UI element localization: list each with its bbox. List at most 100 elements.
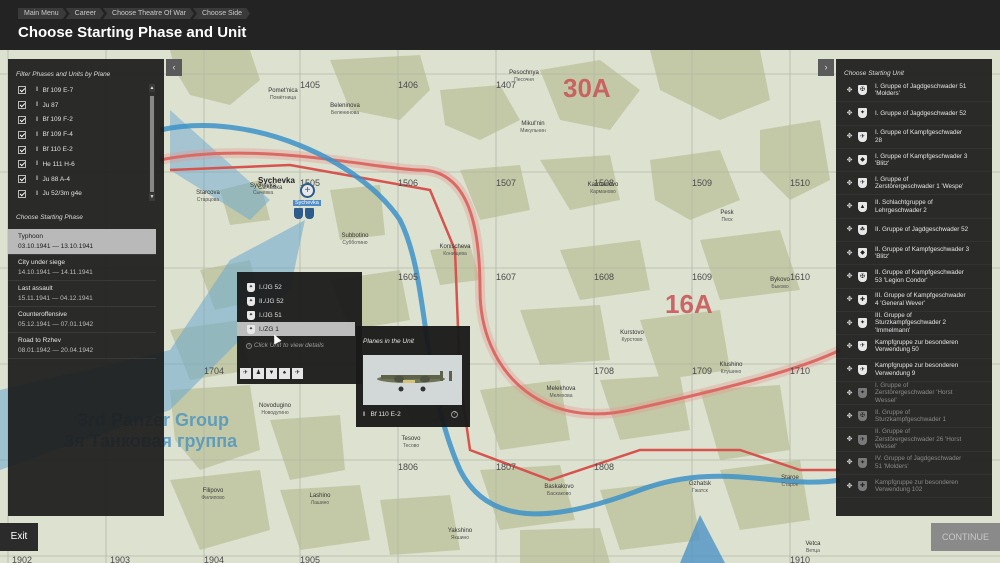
popup-unit-item[interactable]: ✦ II./JG 52 <box>237 294 362 308</box>
filter-heading: Filter Phases and Units by Plane <box>16 71 111 78</box>
town-label: Pesk Песк <box>707 210 747 224</box>
unit-item[interactable]: ✥ ✈ Kampfgruppe zur besonderen Verwendung 5… <box>836 335 992 359</box>
plane-name-row[interactable]: ‖ Bf 110 E-2 ? <box>363 409 462 420</box>
plane-filter-label: He 111 H-6 <box>42 160 75 168</box>
phase-item[interactable]: Counteroffensive 05.12.1941 — 07.01.1942 <box>8 307 156 333</box>
checkbox[interactable] <box>18 86 26 95</box>
plane-filter-item[interactable]: ‖ Ju 87 <box>8 98 164 113</box>
plane-filter-item[interactable]: ‖ He 111 H-6 <box>8 157 164 172</box>
checkbox[interactable] <box>18 130 26 139</box>
plane-filter-item[interactable]: ‖ Ju 88 A-4 <box>8 172 164 187</box>
unit-name-line: II. Schlachtgruppe of <box>875 199 933 207</box>
chevron-right-icon[interactable]: › <box>818 59 834 76</box>
airfield-icon[interactable]: + <box>300 183 315 198</box>
unit-item[interactable]: ✥ ✈ Kampfgruppe zur besonderen Verwendung 9 <box>836 359 992 382</box>
unit-item[interactable]: ✥ ▲ II. Schlachtgruppe of Lehrgeschwader 2 <box>836 195 992 219</box>
grid-label: 1807 <box>496 462 517 472</box>
town-label: Klushino Клушино <box>711 362 751 376</box>
unit-item[interactable]: ✥ ✦ IV. Gruppe of Jagdgeschwader 51 'Molder… <box>836 452 992 476</box>
scroll-up-icon[interactable]: ▲ <box>149 84 155 92</box>
unit-item[interactable]: ✥ ✦ III. Gruppe of Sturzkampfgeschwader 2 'I… <box>836 312 992 336</box>
unit-item[interactable]: ✥ ✈ I. Gruppe of Zerstörergeschwader 1 'Wes… <box>836 172 992 196</box>
popup-unit-item[interactable]: ✦ I./JG 51 <box>237 308 362 322</box>
town-name-ru: Лашино <box>310 500 330 506</box>
unit-name-line: Sturzkampfgeschwader 2 <box>875 319 947 327</box>
unit-item[interactable]: ✥ ✠ I. Gruppe of Jagdgeschwader 51 'Molders… <box>836 79 992 103</box>
town-name: Novodugino <box>258 403 292 409</box>
airfield-unit-emblems[interactable] <box>294 208 314 219</box>
unit-item[interactable]: ✥ ☘ II. Gruppe of Jagdgeschwader 52 <box>836 219 992 243</box>
unit-emblem-icon: ✦ <box>247 282 255 292</box>
scroll-down-icon[interactable]: ▼ <box>149 193 155 201</box>
unit-item[interactable]: ✥ ✦ I. Gruppe of Jagdgeschwader 52 <box>836 102 992 126</box>
info-icon[interactable]: ? <box>451 411 458 418</box>
unit-item[interactable]: ✥ ✠ II. Gruppe of Sturzkampfgeschwader 1 <box>836 405 992 429</box>
breadcrumb-main-menu[interactable]: Main Menu <box>18 8 67 19</box>
unit-item[interactable]: ✥ ◆ I. Gruppe of Kampfgeschwader 3 'Blitz' <box>836 149 992 173</box>
phase-name: Last assault <box>18 285 53 292</box>
phase-item[interactable]: Typhoon 03.10.1941 — 13.10.1941 <box>8 229 156 255</box>
scroll-thumb[interactable] <box>150 96 154 192</box>
town-label: Tesovo Тесово <box>391 436 431 450</box>
phase-item[interactable]: Road to Rzhev 08.01.1942 — 20.04.1942 <box>8 333 156 359</box>
unit-name: I. Gruppe of Kampfgeschwader 28 <box>875 129 962 144</box>
plane-card[interactable] <box>363 355 462 405</box>
unit-name-line: 51 'Molders' <box>875 462 909 470</box>
unit-item[interactable]: ✥ ✦ I. Gruppe of Zerstörergeschwader 'Horst… <box>836 382 992 406</box>
fighter-icon: ✈ <box>240 368 251 379</box>
town-name: Pesk <box>720 210 734 216</box>
checkbox[interactable] <box>18 160 26 169</box>
breadcrumb-choose-side[interactable]: Choose Side <box>193 8 250 19</box>
checkbox[interactable] <box>18 189 26 198</box>
popup-unit-label: I./ZG 1 <box>259 325 279 333</box>
grid-label: 1608 <box>594 272 615 282</box>
unit-item[interactable]: ✥ ✈ I. Gruppe of Kampfgeschwader 28 <box>836 126 992 149</box>
filter-scrollbar[interactable]: ▲ ▼ <box>149 84 155 201</box>
checkbox[interactable] <box>18 175 26 184</box>
phase-item[interactable]: City under siege 14.10.1941 — 14.11.1941 <box>8 255 156 281</box>
unit-item[interactable]: ✥ ✚ III. Gruppe of Kampfgeschwader 4 'Gener… <box>836 289 992 312</box>
town-name: Beleninova <box>330 103 360 109</box>
unit-name-line: 'Immelmann' <box>875 326 911 334</box>
town-name-ru: Якшино <box>450 535 470 541</box>
unit-emblem-icon: ✦ <box>858 108 867 119</box>
airfield-sychevka[interactable]: Sychevka Сычёвка <box>258 176 295 191</box>
chevron-left-icon[interactable]: ‹ <box>166 59 182 76</box>
exit-button[interactable]: Exit <box>0 523 38 551</box>
plane-filter-item[interactable]: ‖ Bf 109 E-7 <box>8 83 164 98</box>
planes-popup-title: Planes in the Unit <box>363 338 414 345</box>
unit-name: II. Schlachtgruppe of Lehrgeschwader 2 <box>875 199 933 214</box>
unit-name: I. Gruppe of Zerstörergeschwader 1 'Wespe… <box>875 176 963 191</box>
breadcrumb-choose-theatre[interactable]: Choose Theatre Of War <box>103 8 194 19</box>
unit-name-line: Zerstörergeschwader 1 'Wespe' <box>875 183 964 191</box>
plane-filter-item[interactable]: ‖ Bf 109 F-2 <box>8 113 164 128</box>
town-name: Mikul'nin <box>521 121 545 127</box>
town-name-ru: Старое <box>781 482 799 488</box>
unit-name-line: II. Gruppe of <box>875 428 911 436</box>
plane-count-icon: ‖ <box>363 411 366 418</box>
town-label: Yakshino Якшино <box>440 528 480 542</box>
town-name-ru: Курстово <box>621 337 643 343</box>
unit-item[interactable]: ✥ ◆ II. Gruppe of Kampfgeschwader 3 'Blitz' <box>836 242 992 266</box>
checkbox[interactable] <box>18 115 26 124</box>
move-icon: ✥ <box>846 296 853 304</box>
town-name-ru: Гжатск <box>692 488 708 494</box>
town-name: Subbotino <box>341 233 369 239</box>
continue-button[interactable]: CONTINUE <box>931 523 1000 551</box>
unit-item[interactable]: ✥ ✚ Kampfgruppe zur besonderen Verwendung 1… <box>836 475 992 499</box>
popup-unit-item[interactable]: ✦ I./JG 52 <box>237 280 362 294</box>
town-name-ru: Мелехова <box>549 393 573 399</box>
plane-icon: ✈ <box>292 368 303 379</box>
unit-item[interactable]: ✥ ✈ II. Gruppe of Zerstörergeschwader 26 'H… <box>836 428 992 452</box>
town-name-ru: Помётница <box>269 95 297 101</box>
checkbox[interactable] <box>18 101 26 110</box>
unit-item[interactable]: ✥ ✠ II. Gruppe of Kampfgeschwader 53 'Legio… <box>836 265 992 289</box>
popup-unit-item[interactable]: ✦ I./ZG 1 <box>237 322 355 336</box>
checkbox[interactable] <box>18 145 26 154</box>
plane-filter-item[interactable]: ‖ Bf 110 E-2 <box>8 142 164 157</box>
breadcrumb-career[interactable]: Career <box>66 8 104 19</box>
phase-item[interactable]: Last assault 15.11.1941 — 04.12.1941 <box>8 281 156 307</box>
plane-filter-item[interactable]: ‖ Ju 52/3m g4e <box>8 187 164 202</box>
plane-filter-item[interactable]: ‖ Bf 109 F-4 <box>8 127 164 142</box>
unit-name: Kampfgruppe zur besonderen Verwendung 50 <box>875 339 958 354</box>
